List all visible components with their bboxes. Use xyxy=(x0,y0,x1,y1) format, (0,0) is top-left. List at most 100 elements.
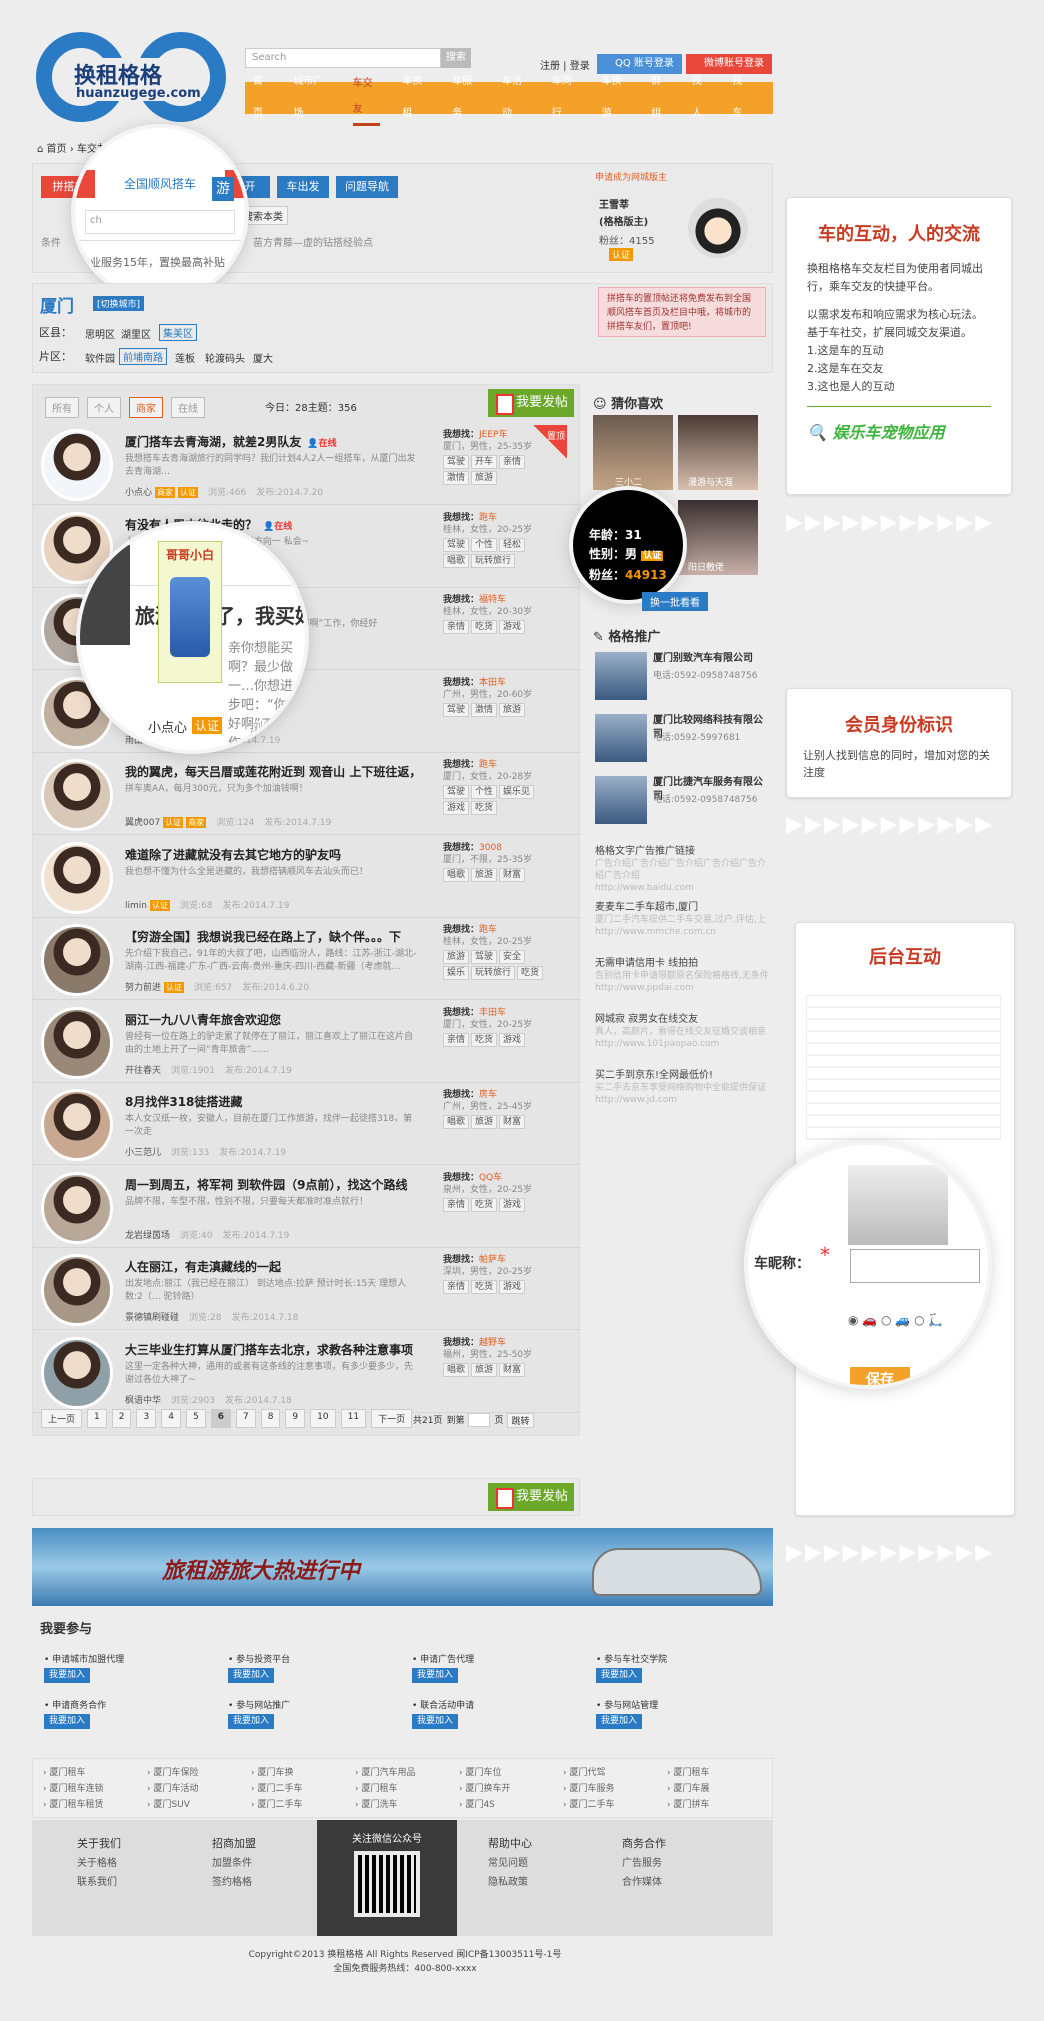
ad-title[interactable]: 无需申请信用卡 线拍拍 xyxy=(595,958,770,970)
avatar[interactable] xyxy=(41,1336,113,1409)
interest-tag[interactable]: 激情 xyxy=(471,702,498,717)
page-link-current[interactable]: 6 xyxy=(210,1409,231,1428)
footer-link[interactable]: › 厦门租车 xyxy=(43,1765,85,1778)
interest-tag[interactable]: 游戏 xyxy=(443,801,470,815)
text-ad[interactable]: 格格文字广告推广链接 广告介绍广告介绍广告介绍广告介绍广告介绍广告介绍 http:/… xyxy=(595,846,770,894)
ad-title[interactable]: 网城寂 寂男女在线交友 xyxy=(595,1014,770,1026)
footer-col-link[interactable]: 关于格格 xyxy=(77,1854,121,1873)
nav-item[interactable]: 车换租 xyxy=(402,66,430,130)
footer-link[interactable]: › 厦门车展 xyxy=(667,1781,709,1794)
interest-tag[interactable]: 驾驶 xyxy=(443,785,470,799)
post-user[interactable]: 翼虎007 xyxy=(125,818,160,828)
page-link[interactable]: 11 xyxy=(340,1409,367,1428)
table-row[interactable]: 8月找伴318徒搭进藏 本人女汉纸一枚，安徽人，目前在厦门工作旅游，找伴一起徒搭3… xyxy=(33,1083,581,1165)
post-title[interactable]: 周一到周五，将军祠 到软件园（9点前），找这个路线 xyxy=(125,1176,425,1193)
table-row[interactable]: 难道除了进藏就没有去其它地方的驴友吗 我也想不懂为什么全是进藏的，我想搭辆顺风车去… xyxy=(33,836,581,918)
page-link[interactable]: 9 xyxy=(285,1409,306,1428)
footer-link[interactable]: › 厦门租车 xyxy=(667,1765,709,1778)
interest-tag[interactable]: 娱乐 xyxy=(443,966,470,980)
promo-item[interactable]: 厦门别致汽车有限公司 电话:0592-0958748756 xyxy=(593,648,771,704)
interest-tag[interactable]: 游戏 xyxy=(499,620,526,634)
footer-col-link[interactable]: 常见问题 xyxy=(488,1854,532,1873)
footer-link[interactable]: › 厦门车活动 xyxy=(147,1781,198,1794)
interest-tag[interactable]: 驾驶 xyxy=(443,455,470,469)
footer-link[interactable]: › 厦门4S xyxy=(459,1797,495,1810)
list-tab[interactable]: 在线 xyxy=(171,397,205,418)
interest-tag[interactable]: 旅游 xyxy=(471,1115,498,1129)
list-tab[interactable]: 所有 xyxy=(45,397,79,418)
footer-col-link[interactable]: 隐私政策 xyxy=(488,1873,532,1892)
next-page[interactable]: 下一页 xyxy=(371,1409,413,1428)
post-title[interactable]: 厦门搭车去青海湖，就差2男队友 👤在线 xyxy=(125,433,425,450)
interest-tag[interactable]: 吃货 xyxy=(471,1197,498,1212)
page-link[interactable]: 1 xyxy=(87,1409,107,1428)
interest-tag[interactable]: 游戏 xyxy=(499,1032,526,1047)
area-item[interactable]: 莲板 xyxy=(175,350,195,365)
interest-tag[interactable]: 旅游 xyxy=(471,471,498,485)
search-button[interactable]: 搜索 xyxy=(441,48,471,68)
avatar-radio-group[interactable]: ◉ 🚗 ○ 🚙 ○ 🛴 xyxy=(848,1313,943,1327)
table-row[interactable]: 周一到周五，将军祠 到软件园（9点前），找这个路线 品牌不限，车型不限，性别不限，… xyxy=(33,1166,581,1248)
search-category-button[interactable]: 搜索本类 xyxy=(238,206,288,225)
site-logo[interactable]: 换租格格 huanzugege.com xyxy=(32,28,232,128)
nav-item-active[interactable]: 车交友 xyxy=(352,71,381,126)
footer-link[interactable]: › 厦门换车开 xyxy=(459,1781,510,1794)
ad-url[interactable]: http://www.mmche.com.cn xyxy=(595,926,770,938)
lens-user[interactable]: 小点心 xyxy=(148,717,187,736)
avatar[interactable] xyxy=(41,1089,113,1161)
interest-tag[interactable]: 唱歌 xyxy=(443,867,470,882)
interest-tag[interactable]: 旅游 xyxy=(499,702,526,717)
join-button[interactable]: 我要加入 xyxy=(596,1668,642,1683)
lens-search[interactable]: ch xyxy=(85,210,235,234)
interest-tag[interactable]: 亲情 xyxy=(443,1032,470,1047)
post-user[interactable]: 枫语中华 xyxy=(125,1396,161,1406)
interest-tag[interactable]: 驾驶 xyxy=(443,702,470,717)
page-link[interactable]: 7 xyxy=(235,1409,256,1428)
interest-tag[interactable]: 驾驶 xyxy=(443,537,470,552)
search-input[interactable]: Search xyxy=(245,48,441,68)
promo-name[interactable]: 厦门别致汽车有限公司 xyxy=(653,652,765,666)
promo-item[interactable]: 厦门比较网络科技有限公司 电话:0592-5997681 xyxy=(593,710,771,766)
text-ad[interactable]: 网城寂 寂男女在线交友 真人，高颜片，看得在线交友征婚交谈相亲 http://www… xyxy=(595,1014,770,1050)
ad-title[interactable]: 麦麦车二手车超市,厦门 xyxy=(595,902,770,914)
interest-tag[interactable]: 亲情 xyxy=(443,1197,470,1212)
pet-app-link[interactable]: 🔍 娱乐车宠物应用 xyxy=(807,406,991,443)
footer-col-link[interactable]: 广告服务 xyxy=(622,1854,666,1873)
ad-url[interactable]: http://www.101paopao.com xyxy=(595,1038,770,1050)
interest-tag[interactable]: 旅游 xyxy=(443,950,470,964)
post-user[interactable]: 景德镇刷碰碰 xyxy=(125,1313,179,1323)
district-item[interactable]: 思明区 xyxy=(85,326,115,341)
page-input[interactable] xyxy=(468,1413,491,1427)
post-title[interactable]: 难道除了进藏就没有去其它地方的驴友吗 xyxy=(125,846,425,863)
interest-tag[interactable]: 游戏 xyxy=(499,1280,526,1294)
post-user[interactable]: 龙岩绿茵场 xyxy=(125,1231,170,1241)
interest-tag[interactable]: 财富 xyxy=(499,1115,526,1129)
footer-link[interactable]: › 厦门租车 xyxy=(355,1781,397,1794)
area-item-active[interactable]: 前埔南路 xyxy=(119,348,167,365)
apply-moderator-link[interactable]: 申请成为网城版主 xyxy=(595,170,765,183)
join-button[interactable]: 我要加入 xyxy=(228,1714,274,1729)
interest-tag[interactable]: 财富 xyxy=(499,867,526,882)
ad-url[interactable]: http://www.jd.com xyxy=(595,1094,770,1106)
interest-tag[interactable]: 吃货 xyxy=(471,1280,498,1294)
tab-depart[interactable]: 车出发 xyxy=(277,176,329,198)
district-item-active[interactable]: 集美区 xyxy=(159,324,197,341)
footer-link[interactable]: › 厦门二手车 xyxy=(251,1781,302,1794)
interest-tag[interactable]: 亲情 xyxy=(443,620,470,634)
table-row[interactable]: 丽江一九八八青年旅舍欢迎您 曾经有一位在路上的驴走累了就停在了丽江，丽江喜欢上了丽… xyxy=(33,1001,581,1083)
area-item[interactable]: 软件园 xyxy=(85,350,115,365)
avatar[interactable] xyxy=(41,924,113,996)
interest-tag[interactable]: 旅游 xyxy=(471,1362,498,1377)
popup-user-name[interactable]: 哥哥小白 xyxy=(159,542,221,563)
page-link[interactable]: 2 xyxy=(111,1409,132,1428)
footer-link[interactable]: › 厦门代驾 xyxy=(563,1765,605,1778)
nav-item[interactable]: 车活动 xyxy=(502,66,530,130)
ad-title[interactable]: 格格文字广告推广链接 xyxy=(595,846,770,858)
footer-link[interactable]: › 厦门租车租赁 xyxy=(43,1797,103,1810)
guess-user-2[interactable]: 漫游与天涯 xyxy=(678,415,758,490)
interest-tag[interactable]: 玩转旅行 xyxy=(471,966,516,980)
interest-tag[interactable]: 玩转旅行 xyxy=(471,553,516,568)
post-title[interactable]: 【穷游全国】我想说我已经在路上了，缺个伴。。。下 xyxy=(125,928,425,945)
page-link[interactable]: 5 xyxy=(185,1409,206,1428)
join-button[interactable]: 我要加入 xyxy=(412,1714,458,1729)
